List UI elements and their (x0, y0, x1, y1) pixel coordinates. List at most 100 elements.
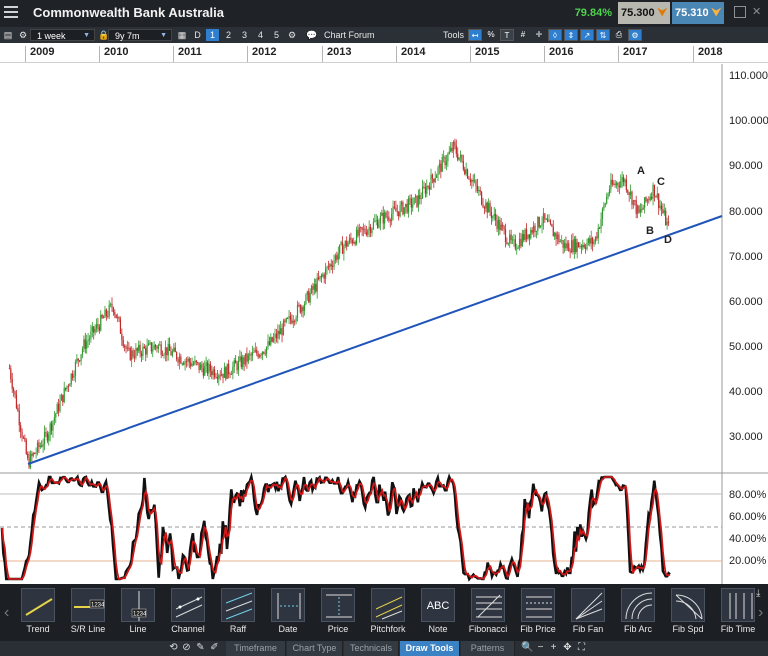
candle-body (302, 306, 304, 311)
candle-body (187, 358, 189, 362)
candle-body (251, 351, 254, 356)
chart-count-1-button[interactable]: 1 (206, 29, 219, 41)
candle-body (483, 207, 486, 209)
tab-timeframe[interactable]: Timeframe (226, 641, 286, 656)
osc-axis-label: 20.00% (729, 555, 767, 567)
tool-fib-fan[interactable]: Fib Fan (563, 588, 613, 638)
grid-icon[interactable]: # (516, 29, 530, 41)
percent-button[interactable]: % (484, 29, 498, 41)
candle-body (438, 163, 441, 168)
marker-icon[interactable]: ◊ (548, 29, 562, 41)
tool-date[interactable]: Date (263, 588, 313, 638)
no-entry-icon[interactable]: ⊘ (181, 642, 192, 654)
tool-line[interactable]: 1234 Line (113, 588, 163, 638)
chat-icon[interactable]: 💬 (305, 29, 319, 41)
pen-icon[interactable]: ✎ (195, 642, 206, 654)
osc-axis-label: 40.00% (729, 533, 767, 545)
move-icon[interactable]: ✥ (562, 642, 573, 654)
chart-count-4-button[interactable]: 4 (254, 29, 267, 41)
candle-body (235, 360, 237, 364)
crosshair-icon[interactable]: ✛ (532, 29, 546, 41)
collapse-icon[interactable]: ⤓ (756, 588, 760, 599)
annotation-b[interactable]: B (646, 225, 654, 237)
candle-body (184, 361, 186, 365)
price-chart[interactable]: 110.000 100.000 90.000 80.000 70.000 60.… (0, 64, 768, 584)
annotation-c[interactable]: C (657, 176, 665, 188)
tool-raff[interactable]: Raff (213, 588, 263, 638)
close-icon[interactable]: ✕ (752, 5, 764, 18)
candle-body (216, 377, 218, 379)
candle-body (615, 182, 618, 186)
annotation-a[interactable]: A (637, 165, 645, 177)
tool-fib-spd[interactable]: Fib Spd (663, 588, 713, 638)
tool-pitchfork[interactable]: Pitchfork (363, 588, 413, 638)
candle-body (513, 239, 515, 241)
tool-trend[interactable]: Trend (13, 588, 63, 638)
candle-body (256, 349, 258, 354)
zoom-in-icon[interactable]: + (548, 642, 559, 654)
day-button[interactable]: D (191, 29, 204, 41)
candle-body (471, 179, 473, 183)
candle-body (502, 224, 504, 227)
candle-body (198, 362, 200, 370)
tab-patterns[interactable]: Patterns (461, 641, 515, 656)
text-tool-icon[interactable]: T (500, 29, 514, 41)
chart-forum-link[interactable]: Chart Forum (324, 29, 375, 41)
tool-channel[interactable]: Channel (163, 588, 213, 638)
year-label: 2015 (470, 46, 499, 62)
line-tool-icon[interactable]: ↤ (468, 29, 482, 41)
candle-body (517, 247, 519, 249)
interval-select[interactable]: 1 week ▼ (30, 29, 95, 41)
tab-draw-tools[interactable]: Draw Tools (400, 641, 460, 656)
list-icon[interactable]: ▤ (2, 29, 14, 41)
gear-icon[interactable]: ⚙ (286, 29, 298, 41)
refresh-icon[interactable]: ⟲ (168, 642, 179, 654)
gear-icon[interactable]: ⚙ (17, 29, 29, 41)
fullscreen-icon[interactable]: ⛶ (576, 642, 587, 654)
candle-body (430, 174, 432, 190)
chart-count-3-button[interactable]: 3 (238, 29, 251, 41)
candle-body (126, 347, 129, 349)
candle-body (347, 242, 349, 247)
tool-fib-arc[interactable]: Fib Arc (613, 588, 663, 638)
candle-body (523, 234, 525, 241)
brush-icon[interactable]: ✐ (209, 642, 220, 654)
chart-count-5-button[interactable]: 5 (270, 29, 283, 41)
scroll-left-icon[interactable]: ‹ (4, 604, 9, 622)
tab-chart-type[interactable]: Chart Type (287, 641, 343, 656)
candle-body (611, 179, 613, 185)
candle-body (50, 423, 53, 431)
settings-icon[interactable]: ⚙ (628, 29, 642, 41)
tool-fibonacci[interactable]: Fibonacci (463, 588, 513, 638)
candle-body (322, 274, 324, 277)
scale-icon[interactable]: ⇅ (596, 29, 610, 41)
trend-icon[interactable]: ↗ (580, 29, 594, 41)
tool-sr-line[interactable]: 1234 S/R Line (63, 588, 113, 638)
tool-note[interactable]: ABC Note (413, 588, 463, 638)
indicator-icon[interactable]: ⇕ (564, 29, 578, 41)
tool-fib-price[interactable]: Fib Price (513, 588, 563, 638)
candle-body (388, 216, 390, 221)
chart-count-2-button[interactable]: 2 (222, 29, 235, 41)
ask-price-button[interactable]: 75.310 ⮟ (672, 2, 724, 24)
search-icon[interactable]: 🔍 (521, 642, 533, 654)
candle-body (624, 179, 626, 183)
candle-body (209, 363, 211, 372)
candle-body (72, 373, 74, 378)
tool-label: Fib Spd (672, 624, 704, 634)
restore-window-icon[interactable] (734, 6, 746, 18)
calendar-icon[interactable]: ▦ (176, 29, 188, 41)
menu-icon[interactable] (4, 6, 18, 18)
tab-technicals[interactable]: Technicals (344, 641, 399, 656)
print-icon[interactable]: ⎙ (612, 29, 626, 41)
candle-body (246, 353, 248, 362)
candle-body (86, 341, 88, 349)
candle-body (34, 453, 36, 454)
candle-body (188, 358, 190, 363)
tool-price[interactable]: Price (313, 588, 363, 638)
zoom-out-icon[interactable]: − (535, 642, 546, 654)
bid-price-button[interactable]: 75.300 ⮟ (618, 2, 670, 24)
annotation-d[interactable]: D (664, 234, 672, 246)
range-select[interactable]: 9y 7m ▼ (108, 29, 172, 41)
scroll-right-icon[interactable]: › (758, 604, 763, 622)
